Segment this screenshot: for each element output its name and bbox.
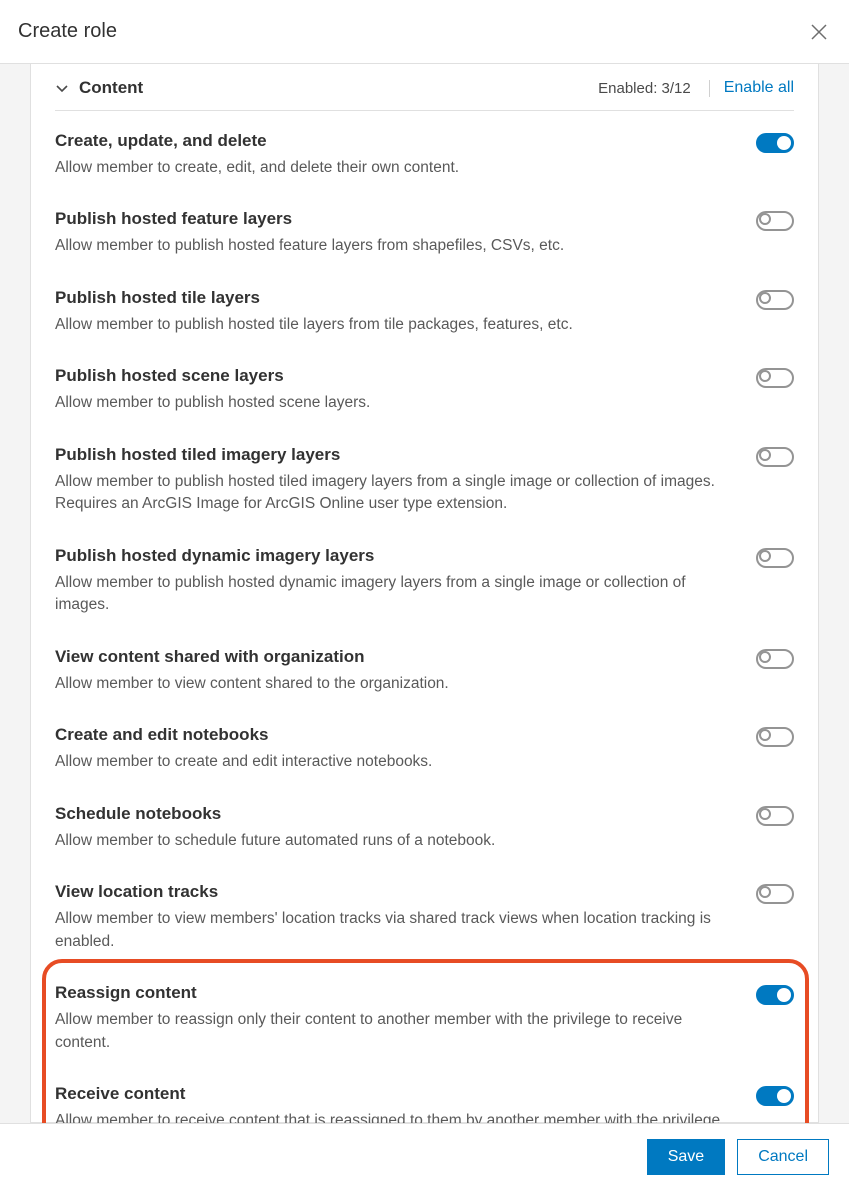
privilege-title: Publish hosted dynamic imagery layers (55, 546, 736, 566)
privilege-title: View content shared with organization (55, 647, 736, 667)
close-icon[interactable] (807, 20, 831, 44)
privilege-toggle[interactable] (756, 133, 794, 153)
section-header: Content Enabled: 3/12 Enable all (55, 64, 794, 111)
privilege-title: Schedule notebooks (55, 804, 736, 824)
privilege-toggle[interactable] (756, 1086, 794, 1106)
privilege-toggle[interactable] (756, 985, 794, 1005)
privilege-description: Allow member to reassign only their cont… (55, 1009, 736, 1054)
privilege-title: Create and edit notebooks (55, 725, 736, 745)
chevron-down-icon[interactable] (55, 81, 69, 95)
privilege-toggle[interactable] (756, 727, 794, 747)
privilege-toggle[interactable] (756, 649, 794, 669)
save-button[interactable]: Save (647, 1139, 725, 1175)
privilege-description: Allow member to publish hosted scene lay… (55, 392, 736, 414)
privilege-text: Publish hosted feature layers Allow membe… (55, 209, 756, 257)
privilege-text: View content shared with organization All… (55, 647, 756, 695)
privilege-item: Publish hosted tile layers Allow member t… (55, 272, 794, 350)
privilege-text: Reassign content Allow member to reassign… (55, 983, 756, 1054)
privilege-item: Receive content Allow member to receive c… (55, 1068, 794, 1123)
enable-all-link[interactable]: Enable all (724, 79, 794, 97)
privilege-item: Publish hosted scene layers Allow member … (55, 350, 794, 428)
privilege-title: Receive content (55, 1084, 736, 1104)
enabled-count: Enabled: 3/12 (598, 80, 710, 97)
dialog-body: Content Enabled: 3/12 Enable all Create,… (0, 64, 849, 1123)
privilege-text: Publish hosted dynamic imagery layers All… (55, 546, 756, 617)
privilege-item: Create, update, and delete Allow member t… (55, 115, 794, 193)
privilege-description: Allow member to schedule future automate… (55, 830, 736, 852)
content-panel: Content Enabled: 3/12 Enable all Create,… (30, 64, 819, 1123)
privilege-toggle[interactable] (756, 290, 794, 310)
dialog-title: Create role (18, 20, 117, 43)
privilege-item: Publish hosted tiled imagery layers Allow… (55, 429, 794, 530)
privilege-title: View location tracks (55, 882, 736, 902)
privilege-text: Schedule notebooks Allow member to schedu… (55, 804, 756, 852)
privilege-title: Publish hosted tile layers (55, 288, 736, 308)
privilege-title: Publish hosted scene layers (55, 366, 736, 386)
privilege-item: View content shared with organization All… (55, 631, 794, 709)
dialog-header: Create role (0, 0, 849, 64)
privilege-toggle[interactable] (756, 884, 794, 904)
privilege-text: Publish hosted tiled imagery layers Allow… (55, 445, 756, 516)
privilege-toggle[interactable] (756, 368, 794, 388)
section-title: Content (79, 78, 598, 98)
privilege-list: Create, update, and delete Allow member t… (55, 111, 794, 1123)
privilege-item: Schedule notebooks Allow member to schedu… (55, 788, 794, 866)
privilege-toggle[interactable] (756, 548, 794, 568)
privilege-description: Allow member to create and edit interact… (55, 751, 736, 773)
privilege-description: Allow member to view members' location t… (55, 908, 736, 953)
privilege-text: Create, update, and delete Allow member t… (55, 131, 756, 179)
privilege-description: Allow member to receive content that is … (55, 1110, 736, 1123)
privilege-title: Publish hosted feature layers (55, 209, 736, 229)
privilege-title: Reassign content (55, 983, 736, 1003)
privilege-text: Publish hosted tile layers Allow member t… (55, 288, 756, 336)
privilege-item: View location tracks Allow member to view… (55, 866, 794, 967)
privilege-toggle[interactable] (756, 447, 794, 467)
privilege-description: Allow member to view content shared to t… (55, 673, 736, 695)
privilege-text: Create and edit notebooks Allow member to… (55, 725, 756, 773)
privilege-description: Allow member to publish hosted tile laye… (55, 314, 736, 336)
privilege-title: Create, update, and delete (55, 131, 736, 151)
privilege-description: Allow member to publish hosted tiled ima… (55, 471, 736, 516)
create-role-dialog: Create role Content Enabled: 3/12 Enable… (0, 0, 849, 1189)
privilege-description: Allow member to publish hosted dynamic i… (55, 572, 736, 617)
privilege-text: Receive content Allow member to receive c… (55, 1084, 756, 1123)
privilege-description: Allow member to create, edit, and delete… (55, 157, 736, 179)
dialog-footer: Save Cancel (0, 1123, 849, 1189)
privilege-description: Allow member to publish hosted feature l… (55, 235, 736, 257)
privilege-title: Publish hosted tiled imagery layers (55, 445, 736, 465)
cancel-button[interactable]: Cancel (737, 1139, 829, 1175)
privilege-text: Publish hosted scene layers Allow member … (55, 366, 756, 414)
privilege-toggle[interactable] (756, 211, 794, 231)
privilege-toggle[interactable] (756, 806, 794, 826)
privilege-item: Create and edit notebooks Allow member to… (55, 709, 794, 787)
privilege-item: Publish hosted feature layers Allow membe… (55, 193, 794, 271)
privilege-item: Publish hosted dynamic imagery layers All… (55, 530, 794, 631)
privilege-text: View location tracks Allow member to view… (55, 882, 756, 953)
privilege-item: Reassign content Allow member to reassign… (55, 967, 794, 1068)
